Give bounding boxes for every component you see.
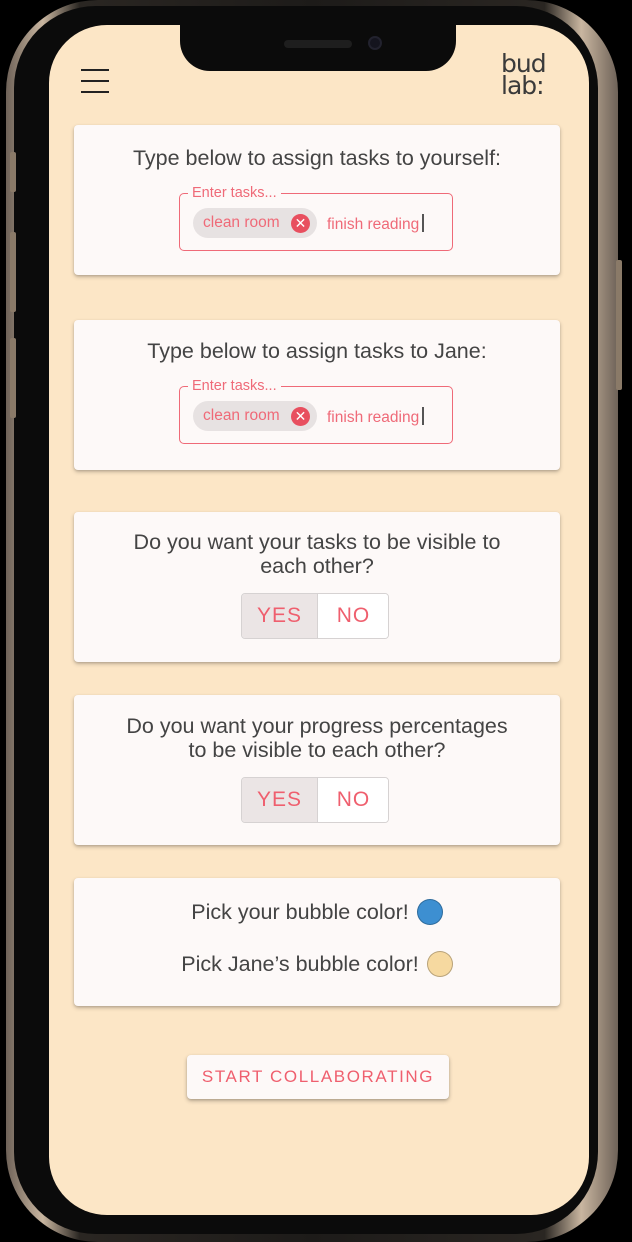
text-caret xyxy=(422,214,424,232)
remove-chip-icon[interactable]: ✕ xyxy=(291,214,310,233)
side-button xyxy=(10,232,16,312)
budlab-logo: bud lab: xyxy=(501,49,547,100)
typed-task-text: finish reading xyxy=(327,214,424,234)
text-caret xyxy=(422,407,424,425)
partner-color-swatch[interactable] xyxy=(426,951,453,977)
task-visibility-question: Do you want your tasks to be visible to … xyxy=(133,530,501,578)
hamburger-menu-icon[interactable] xyxy=(81,67,111,95)
start-collaborating-button[interactable]: START COLLABORATING xyxy=(187,1055,449,1099)
self-color-swatch[interactable] xyxy=(416,899,443,925)
field-label: Enter tasks... xyxy=(188,184,281,202)
partner-tasks-title: Type below to assign tasks to Jane: xyxy=(147,339,487,363)
side-button xyxy=(10,338,16,418)
no-button[interactable]: NO xyxy=(318,778,388,822)
self-tasks-title: Type below to assign tasks to yourself: xyxy=(132,146,502,170)
task-chip: clean room ✕ xyxy=(193,208,317,238)
self-color-label: Pick your bubble color! xyxy=(191,900,409,924)
field-label: Enter tasks... xyxy=(188,377,281,395)
task-visibility-card: Do you want your tasks to be visible to … xyxy=(74,512,560,662)
bubble-color-card: Pick your bubble color! Pick Jane’s bubb… xyxy=(74,878,560,1006)
chip-label: clean room xyxy=(203,214,280,231)
progress-visibility-question: Do you want your progress percentages to… xyxy=(126,714,508,762)
self-color-row: Pick your bubble color! xyxy=(74,897,560,927)
side-button xyxy=(10,152,16,192)
self-tasks-card: Type below to assign tasks to yourself: … xyxy=(74,125,560,275)
yes-button[interactable]: YES xyxy=(242,594,318,638)
side-button xyxy=(616,260,622,390)
chip-label: clean room xyxy=(203,407,280,424)
front-camera xyxy=(368,36,382,50)
progress-visibility-card: Do you want your progress percentages to… xyxy=(74,695,560,845)
partner-color-label: Pick Jane’s bubble color! xyxy=(181,952,419,976)
yes-button[interactable]: YES xyxy=(242,778,318,822)
speaker-grille xyxy=(284,40,352,48)
typed-task-text: finish reading xyxy=(327,407,424,427)
task-chip: clean room ✕ xyxy=(193,401,317,431)
partner-color-row: Pick Jane’s bubble color! xyxy=(74,949,560,979)
partner-tasks-card: Type below to assign tasks to Jane: Ente… xyxy=(74,320,560,470)
phone-notch xyxy=(180,25,456,71)
no-button[interactable]: NO xyxy=(318,594,388,638)
partner-tasks-input[interactable]: Enter tasks... clean room ✕ finish readi… xyxy=(179,377,453,444)
self-tasks-input[interactable]: Enter tasks... clean room ✕ finish readi… xyxy=(179,184,453,251)
app-screen: bud lab: Type below to assign tasks to y… xyxy=(49,25,589,1215)
task-visibility-toggle: YES NO xyxy=(241,593,389,639)
remove-chip-icon[interactable]: ✕ xyxy=(291,407,310,426)
progress-visibility-toggle: YES NO xyxy=(241,777,389,823)
